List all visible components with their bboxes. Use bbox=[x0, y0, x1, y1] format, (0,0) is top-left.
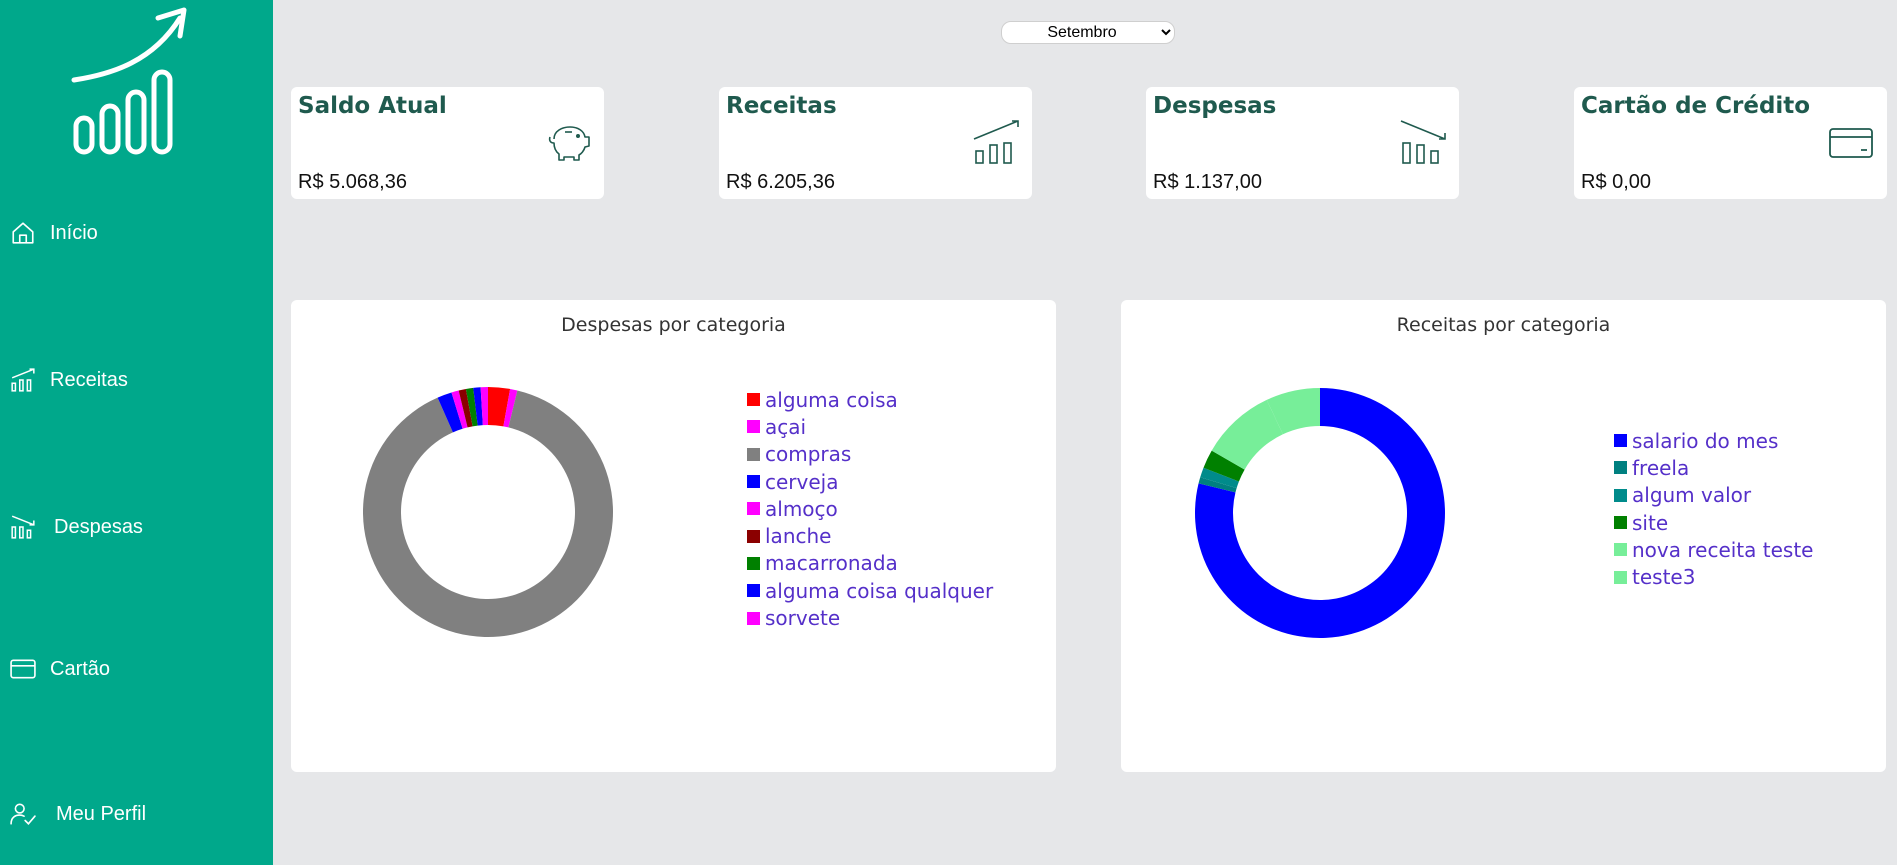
legend-item[interactable]: cerveja bbox=[747, 468, 993, 495]
credit-card-icon bbox=[1829, 128, 1873, 158]
legend-swatch bbox=[1614, 543, 1627, 557]
card-title: Receitas bbox=[726, 93, 837, 119]
legend-label: site bbox=[1632, 510, 1669, 535]
legend-item[interactable]: nova receita teste bbox=[1614, 536, 1813, 563]
legend-label: lanche bbox=[765, 524, 832, 549]
receitas-legend: salario do mes freela algum valor site nova … bbox=[1614, 427, 1813, 591]
growth-chart-logo-icon bbox=[71, 7, 187, 155]
legend-item[interactable]: site bbox=[1614, 509, 1813, 536]
month-select[interactable]: Setembro bbox=[1001, 21, 1175, 44]
receitas-donut-chart bbox=[1195, 388, 1445, 638]
sidebar-item-label: Início bbox=[50, 221, 98, 244]
chart-panel-despesas: Despesas por categoria alguma coisa açai c… bbox=[291, 300, 1056, 772]
card-receitas: Receitas R$ 6.205,36 bbox=[719, 87, 1032, 199]
sidebar-item-label: Despesas bbox=[54, 515, 143, 538]
legend-label: teste3 bbox=[1632, 565, 1696, 590]
sidebar-item-despesas[interactable]: Despesas bbox=[10, 514, 143, 540]
legend-item[interactable]: freela bbox=[1614, 454, 1813, 481]
legend-label: almoço bbox=[765, 496, 838, 521]
legend-swatch bbox=[1614, 516, 1627, 530]
legend-item[interactable]: sorvete bbox=[747, 604, 993, 631]
sidebar: Início Receitas Despesas Cartão Meu Perf… bbox=[0, 0, 273, 865]
legend-label: alguma coisa qualquer bbox=[765, 578, 994, 603]
card-value: R$ 5.068,36 bbox=[298, 171, 407, 193]
sidebar-item-meu-perfil[interactable]: Meu Perfil bbox=[10, 801, 146, 827]
credit-card-icon bbox=[10, 659, 36, 679]
despesas-donut-chart bbox=[363, 387, 613, 637]
legend-swatch bbox=[747, 475, 760, 489]
card-title: Saldo Atual bbox=[298, 93, 447, 119]
sidebar-item-cartao[interactable]: Cartão bbox=[10, 656, 110, 682]
legend-item[interactable]: açai bbox=[747, 413, 993, 440]
legend-item[interactable]: salario do mes bbox=[1614, 427, 1813, 454]
legend-label: alguma coisa bbox=[765, 387, 898, 412]
legend-label: compras bbox=[765, 442, 852, 467]
legend-swatch bbox=[747, 502, 760, 516]
legend-label: açai bbox=[765, 414, 807, 439]
legend-label: cerveja bbox=[765, 469, 839, 494]
legend-swatch bbox=[747, 393, 760, 407]
chart-panel-receitas: Receitas por categoria salario do mes fre… bbox=[1121, 300, 1886, 772]
legend-swatch bbox=[747, 611, 760, 625]
sidebar-item-label: Meu Perfil bbox=[56, 802, 147, 825]
user-check-icon bbox=[10, 803, 36, 825]
legend-swatch bbox=[747, 529, 760, 543]
bar-chart-down-icon bbox=[1400, 120, 1446, 164]
legend-item[interactable]: algum valor bbox=[1614, 482, 1813, 509]
legend-item[interactable]: almoço bbox=[747, 495, 993, 522]
legend-label: nova receita teste bbox=[1632, 537, 1814, 562]
legend-item[interactable]: teste3 bbox=[1614, 563, 1813, 590]
home-icon bbox=[12, 222, 34, 244]
chart-title: Receitas por categoria bbox=[1396, 314, 1611, 336]
bar-chart-down-icon bbox=[11, 515, 35, 539]
piggy-bank-icon bbox=[548, 126, 590, 161]
card-value: R$ 0,00 bbox=[1581, 171, 1652, 193]
card-value: R$ 1.137,00 bbox=[1153, 171, 1262, 193]
legend-item[interactable]: lanche bbox=[747, 522, 993, 549]
legend-item[interactable]: macarronada bbox=[747, 550, 993, 577]
legend-swatch bbox=[1614, 570, 1627, 584]
legend-label: salario do mes bbox=[1632, 428, 1779, 453]
donut-slice-compras[interactable] bbox=[363, 390, 613, 637]
legend-swatch bbox=[1614, 488, 1627, 502]
legend-swatch bbox=[747, 556, 760, 570]
despesas-legend: alguma coisa açai compras cerveja almoço lanc… bbox=[747, 386, 993, 632]
card-value: R$ 6.205,36 bbox=[726, 171, 835, 193]
legend-swatch bbox=[747, 420, 760, 434]
legend-item[interactable]: compras bbox=[747, 441, 993, 468]
legend-swatch bbox=[1614, 434, 1627, 448]
legend-swatch bbox=[747, 584, 760, 598]
chart-title: Despesas por categoria bbox=[561, 314, 786, 336]
legend-label: algum valor bbox=[1632, 483, 1752, 508]
card-despesas: Despesas R$ 1.137,00 bbox=[1146, 87, 1459, 199]
legend-item[interactable]: alguma coisa bbox=[747, 386, 993, 413]
card-title: Cartão de Crédito bbox=[1581, 93, 1811, 119]
sidebar-item-label: Receitas bbox=[50, 368, 128, 391]
sidebar-item-label: Cartão bbox=[50, 657, 111, 680]
legend-label: macarronada bbox=[765, 551, 898, 576]
card-title: Despesas bbox=[1153, 93, 1277, 119]
sidebar-item-inicio[interactable]: Início bbox=[10, 220, 98, 246]
legend-swatch bbox=[747, 447, 760, 461]
card-cartao-de-credito: Cartão de Crédito R$ 0,00 bbox=[1574, 87, 1887, 199]
sidebar-item-receitas[interactable]: Receitas bbox=[10, 367, 128, 393]
legend-label: sorvete bbox=[765, 606, 841, 631]
bar-chart-up-icon bbox=[11, 368, 35, 392]
legend-label: freela bbox=[1632, 455, 1690, 480]
legend-swatch bbox=[1614, 461, 1627, 475]
bar-chart-up-icon bbox=[973, 120, 1019, 164]
card-saldo-atual: Saldo Atual R$ 5.068,36 bbox=[291, 87, 604, 199]
legend-item[interactable]: alguma coisa qualquer bbox=[747, 577, 993, 604]
